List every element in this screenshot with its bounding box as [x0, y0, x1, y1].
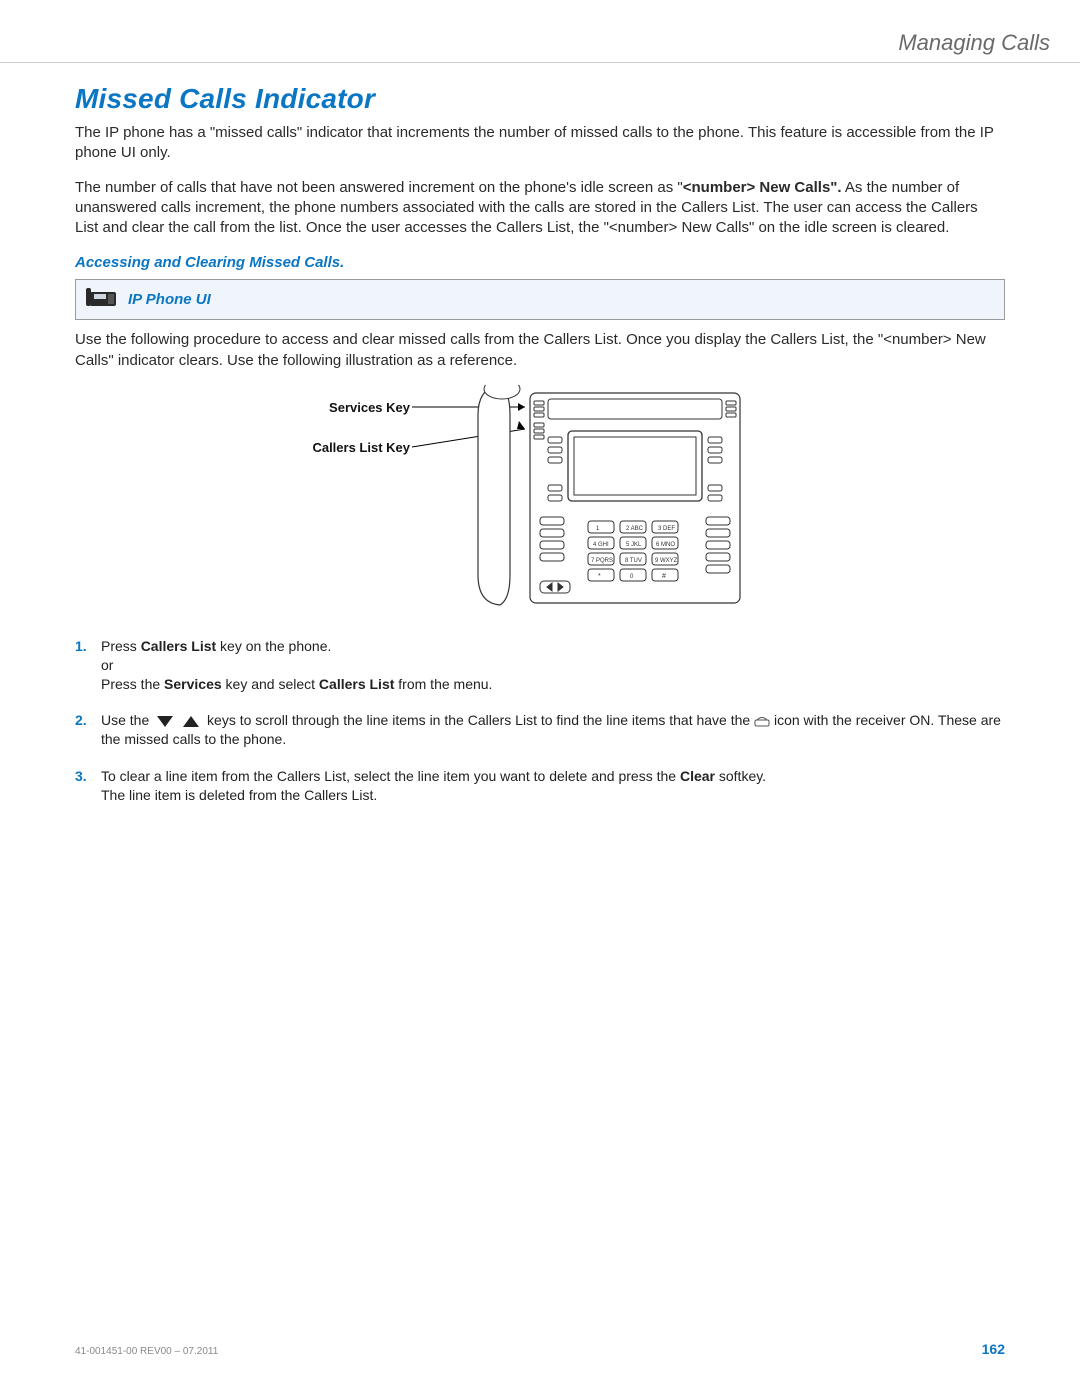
step-line: Press the Services key and select Caller… [101, 675, 1005, 694]
step-line: Press Callers List key on the phone. [101, 637, 1005, 656]
phone-svg: 1 2 ABC 3 DEF 4 GHI 5 JKL 6 MNO 7 PQRS 8… [300, 385, 780, 615]
intro-paragraph: The number of calls that have not been a… [75, 178, 1005, 239]
up-triangle-icon [183, 716, 199, 727]
page: Managing Calls Missed Calls Indicator Th… [0, 0, 1080, 1397]
handset-icon [754, 712, 770, 728]
step-body: To clear a line item from the Callers Li… [101, 767, 1005, 805]
step-number: 1. [75, 637, 93, 694]
step-number: 3. [75, 767, 93, 805]
section-title: Managing Calls [898, 30, 1050, 55]
step-item: 1.Press Callers List key on the phone.or… [75, 637, 1005, 694]
page-title: Missed Calls Indicator [75, 83, 1005, 115]
page-footer: 41-001451-00 REV00 – 07.2011 162 [75, 1341, 1005, 1357]
page-number: 162 [982, 1341, 1005, 1357]
svg-text:3 DEF: 3 DEF [658, 526, 675, 532]
content-area: Missed Calls Indicator The IP phone has … [0, 63, 1080, 805]
down-triangle-icon [157, 716, 173, 727]
phone-illustration: Services Key Callers List Key [300, 385, 780, 615]
svg-text:2 ABC: 2 ABC [626, 526, 644, 532]
svg-text:9 WXYZ: 9 WXYZ [655, 558, 678, 564]
intro-paragraph: The IP phone has a "missed calls" indica… [75, 123, 1005, 164]
step-number: 2. [75, 711, 93, 749]
subheading-accessing: Accessing and Clearing Missed Calls. [75, 254, 1005, 271]
callout-label: IP Phone UI [128, 291, 211, 308]
svg-text:4 GHI: 4 GHI [593, 542, 609, 548]
step-body: Press Callers List key on the phone.orPr… [101, 637, 1005, 694]
step-line: or [101, 656, 1005, 675]
svg-text:#: # [662, 573, 666, 580]
phone-icon [84, 286, 118, 313]
step-line: The line item is deleted from the Caller… [101, 786, 1005, 805]
svg-text:6 MNO: 6 MNO [656, 542, 675, 548]
page-header: Managing Calls [0, 30, 1080, 63]
callout-ip-phone-ui: IP Phone UI [75, 279, 1005, 320]
svg-text:5 JKL: 5 JKL [626, 542, 642, 548]
svg-text:7 PQRS: 7 PQRS [591, 558, 613, 564]
step-line: To clear a line item from the Callers Li… [101, 767, 1005, 786]
intro-paragraphs: The IP phone has a "missed calls" indica… [75, 123, 1005, 238]
doc-id: 41-001451-00 REV00 – 07.2011 [75, 1346, 218, 1357]
preamble-text: Use the following procedure to access an… [75, 330, 1005, 371]
step-line: Use the keys to scroll through the line … [101, 711, 1005, 749]
nav-up-down-icon [157, 716, 199, 727]
label-services-key: Services Key [300, 400, 410, 415]
steps-list: 1.Press Callers List key on the phone.or… [75, 637, 1005, 805]
illustration-container: Services Key Callers List Key [75, 385, 1005, 615]
step-item: 2.Use the keys to scroll through the lin… [75, 711, 1005, 749]
label-callers-list-key: Callers List Key [300, 440, 410, 455]
step-body: Use the keys to scroll through the line … [101, 711, 1005, 749]
step-item: 3. To clear a line item from the Callers … [75, 767, 1005, 805]
svg-text:8 TUV: 8 TUV [625, 558, 642, 564]
svg-text:*: * [598, 573, 601, 580]
